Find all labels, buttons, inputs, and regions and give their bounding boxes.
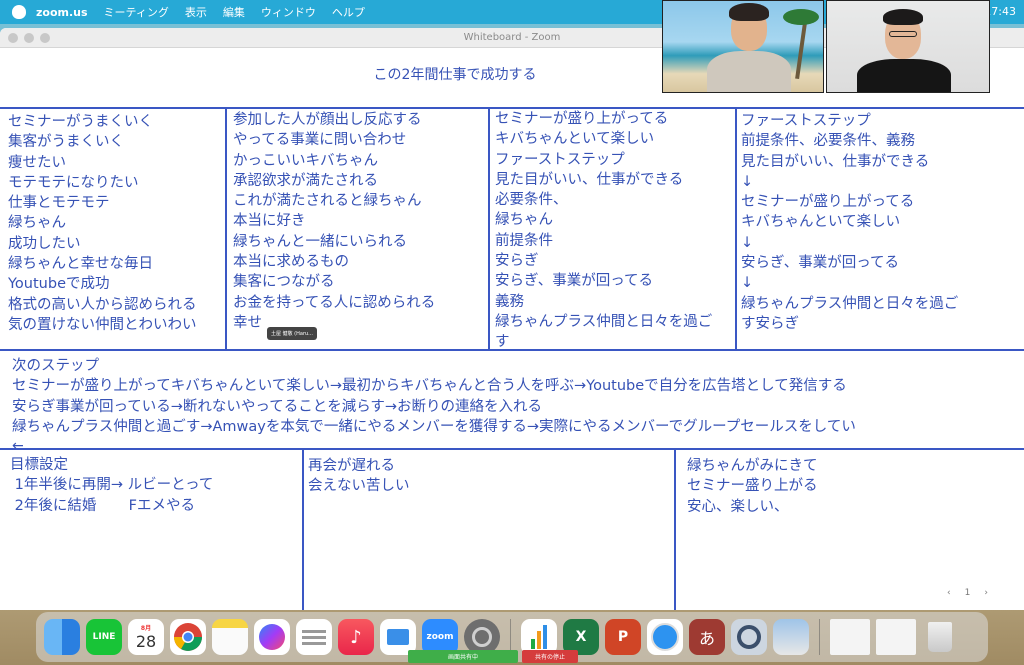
finder-icon[interactable] — [44, 619, 80, 655]
menu-view[interactable]: 表示 — [185, 4, 207, 20]
kotoeri-label: あ — [698, 629, 715, 648]
participant-video-1[interactable] — [662, 0, 824, 93]
page-navigator: ‹ 1 › — [947, 588, 988, 598]
zoom-label: zoom — [426, 632, 454, 642]
preview-icon[interactable] — [773, 619, 809, 655]
powerpoint-icon[interactable]: P — [605, 619, 641, 655]
divider-bottom-col1 — [302, 448, 304, 610]
next-page-button[interactable]: › — [984, 588, 988, 598]
menu-help[interactable]: ヘルプ — [332, 4, 365, 20]
menu-edit[interactable]: 編集 — [223, 4, 245, 20]
menu-meeting[interactable]: ミーティング — [104, 4, 169, 20]
stop-sharing-button[interactable]: 共有の停止 — [522, 650, 578, 663]
divider-bottom — [0, 448, 1024, 450]
calendar-month: 8月 — [140, 625, 152, 632]
line-icon[interactable]: LINE — [86, 619, 122, 655]
next-steps-notes: 次のステップ セミナーが盛り上がってキバちゃんといて楽しい→最初からキバちゃんと… — [12, 358, 856, 435]
quicktime-icon[interactable] — [731, 619, 767, 655]
goal-setting-notes: 目標設定 1年半後に再開→ ルビーとって 2年後に結婚 Fエメやる — [10, 457, 214, 514]
screen-share-bar: 画面共有中 共有の停止 — [408, 650, 578, 663]
column-2-notes: 参加した人が顔出し反応する やってる事業に問い合わせ かっこいいキバちゃん 承認… — [233, 112, 436, 331]
menu-app-name[interactable]: zoom.us — [36, 6, 88, 19]
safari-icon[interactable] — [647, 619, 683, 655]
divider-bottom-col2 — [674, 448, 676, 610]
column-3-notes: セミナーが盛り上がってる キバちゃんといて楽しい ファーストステップ 見た目がい… — [495, 111, 713, 351]
participant-video-2[interactable] — [826, 0, 990, 93]
prev-page-button[interactable]: ‹ — [947, 588, 951, 598]
column-1-notes: セミナーがうまくいく 集客がうまくいく 痩せたい モテモテになりたい 仕事とモテ… — [8, 114, 197, 333]
divider-col2 — [488, 108, 490, 350]
bottom-middle-notes: 再会が遅れる 会えない苦しい — [308, 458, 410, 495]
cursor-name-tag: 土屋 健敬 (Haru... — [267, 327, 317, 340]
dictionary-icon[interactable]: あ — [689, 619, 725, 655]
reminders-icon[interactable] — [296, 619, 332, 655]
line-label: LINE — [92, 632, 116, 642]
calendar-icon[interactable]: 8月 28 — [128, 619, 164, 655]
music-icon[interactable]: ♪ — [338, 619, 374, 655]
menu-window[interactable]: ウィンドウ — [261, 4, 316, 20]
messenger-icon[interactable] — [254, 619, 290, 655]
notes-icon[interactable] — [212, 619, 248, 655]
sharing-indicator[interactable]: 画面共有中 — [408, 650, 518, 663]
recent-document-thumbnail[interactable] — [830, 619, 870, 655]
back-arrow-stroke: ← — [12, 438, 24, 454]
divider-col1 — [225, 108, 227, 350]
calendar-day: 28 — [135, 632, 157, 651]
page-number: 1 — [964, 588, 971, 598]
chrome-icon[interactable] — [170, 619, 206, 655]
apple-icon[interactable] — [12, 5, 26, 19]
column-4-notes: ファーストステップ 前提条件、必要条件、義務 見た目がいい、仕事ができる ↓ セ… — [741, 113, 959, 332]
whiteboard-window: Whiteboard - Zoom この2年間仕事で成功する セミナーがうまくい… — [0, 28, 1024, 610]
recent-screenshot-thumbnail[interactable] — [876, 619, 916, 655]
dock-separator-2 — [819, 619, 820, 655]
trash-icon[interactable] — [922, 619, 958, 655]
bottom-right-notes: 緑ちゃんがみにきて セミナー盛り上がる 安心、楽しい、 — [687, 458, 818, 515]
divider-col3 — [735, 108, 737, 350]
